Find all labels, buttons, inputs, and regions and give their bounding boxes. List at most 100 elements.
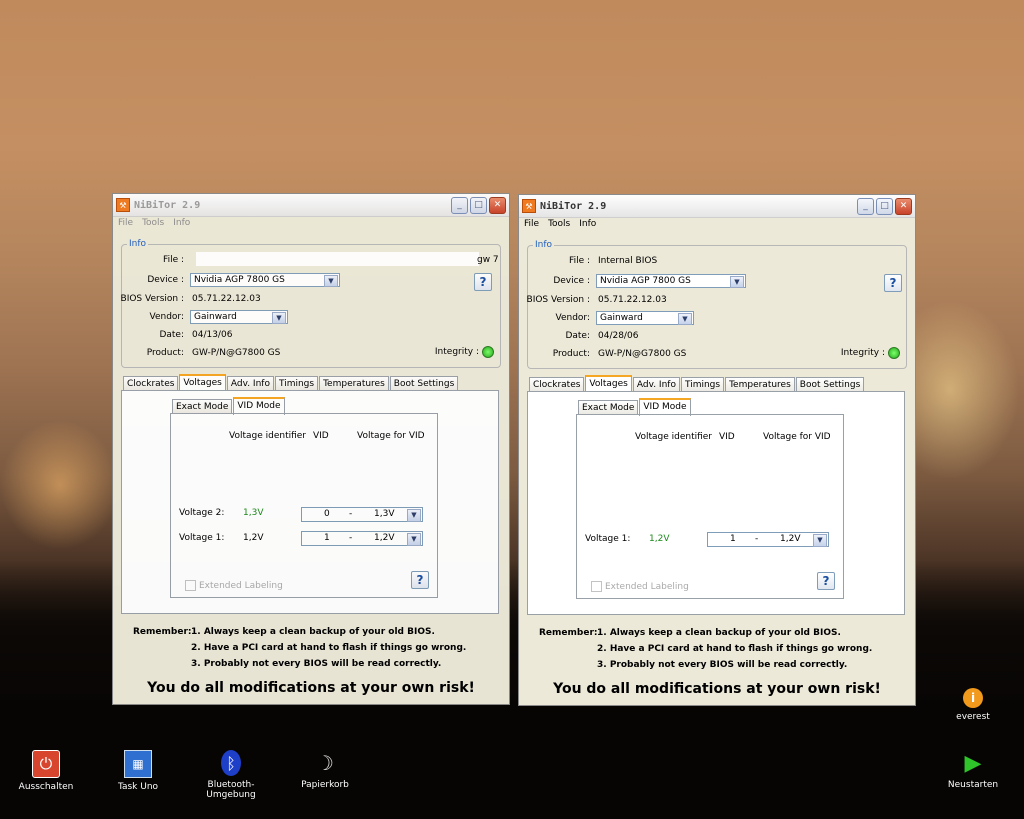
desktop-icon-ausschalten[interactable]: ⏻ Ausschalten [1, 750, 91, 792]
desktop-icon-bluetooth[interactable]: ᛒ Bluetooth-Umgebung [186, 750, 276, 800]
tab-adv-info[interactable]: Adv. Info [226, 376, 274, 391]
bios-version-value: 05.71.22.12.03 [598, 295, 667, 305]
info-group: Info File : Internal BIOS Device : Nvidi… [527, 240, 907, 369]
info-legend: Info [127, 239, 149, 249]
menu-file[interactable]: File [524, 219, 539, 233]
device-select[interactable]: Nvidia AGP 7800 GS ▼ [190, 273, 340, 287]
chevron-down-icon[interactable]: ▼ [272, 312, 286, 324]
info-group: Info File : gw 7800 Device : Nvidia AGP … [121, 239, 501, 368]
tab-temperatures[interactable]: Temperatures [319, 376, 389, 391]
bios-version-label: BIOS Version : [526, 295, 590, 305]
tab-boot-settings[interactable]: Boot Settings [389, 376, 459, 391]
minimize-button[interactable]: _ [857, 197, 874, 215]
help-icon[interactable]: ? [817, 572, 835, 590]
help-icon[interactable]: ? [411, 571, 429, 589]
close-button[interactable]: ✕ [895, 197, 912, 215]
title-bar[interactable]: ⚒ NiBiTor 2.9 _ □ ✕ [113, 194, 509, 217]
date-label: Date: [565, 331, 590, 341]
tab-clockrates[interactable]: Clockrates [123, 376, 179, 391]
menu-file[interactable]: File [118, 218, 133, 232]
chevron-down-icon[interactable]: ▼ [730, 276, 744, 288]
voltages-panel: Exact Mode VID Mode Voltage identifier V… [121, 390, 499, 614]
extended-labeling-checkbox[interactable] [591, 581, 602, 592]
tab-boot-settings[interactable]: Boot Settings [795, 377, 865, 392]
vendor-select[interactable]: Gainward ▼ [596, 311, 694, 325]
extended-labeling-checkbox[interactable] [185, 580, 196, 591]
product-label: Product: [552, 349, 590, 359]
chevron-down-icon[interactable]: ▼ [324, 275, 338, 287]
nibitor-app-icon: ⚒ [522, 199, 536, 213]
chevron-down-icon[interactable]: ▼ [407, 533, 421, 546]
desktop-icon-everest[interactable]: i everest [928, 688, 1018, 722]
device-select[interactable]: Nvidia AGP 7800 GS ▼ [596, 274, 746, 288]
maximize-button[interactable]: □ [876, 197, 893, 215]
tab-timings[interactable]: Timings [274, 376, 319, 391]
tab-timings[interactable]: Timings [680, 377, 725, 392]
date-value: 04/13/06 [192, 330, 233, 340]
nibitor-window-2[interactable]: ⚒ NiBiTor 2.9 _ □ ✕ File Tools Info Info… [518, 194, 916, 706]
tab-temperatures[interactable]: Temperatures [725, 377, 795, 392]
window-title: NiBiTor 2.9 [134, 199, 201, 211]
vendor-select[interactable]: Gainward ▼ [190, 310, 288, 324]
device-value: Nvidia AGP 7800 GS [600, 276, 691, 286]
menu-info[interactable]: Info [579, 219, 596, 233]
chevron-down-icon[interactable]: ▼ [813, 534, 827, 547]
desktop-icon-neustarten[interactable]: ▶ Neustarten [928, 750, 1018, 791]
voltage-1-select[interactable]: 1 - 1,2V ▼ [707, 532, 829, 547]
maximize-button[interactable]: □ [470, 196, 487, 214]
file-field[interactable] [196, 252, 479, 266]
voltage-1-select[interactable]: 1 - 1,2V ▼ [301, 531, 423, 546]
menu-info[interactable]: Info [173, 218, 190, 232]
tab-clockrates[interactable]: Clockrates [529, 377, 585, 392]
task-manager-icon: ▦ [124, 750, 152, 778]
desktop-icon-task-uno[interactable]: ▦ Task Uno [93, 750, 183, 792]
menu-tools[interactable]: Tools [142, 218, 164, 232]
help-icon[interactable]: ? [884, 274, 902, 292]
chevron-down-icon[interactable]: ▼ [678, 313, 692, 325]
menu-bar: File Tools Info [519, 218, 915, 234]
desktop-icon-label: everest [956, 712, 990, 722]
chevron-down-icon[interactable]: ▼ [407, 509, 421, 522]
col-vid: VID [719, 432, 735, 442]
voltages-panel: Exact Mode VID Mode Voltage identifier V… [527, 391, 905, 615]
tab-exact-mode[interactable]: Exact Mode [172, 399, 233, 414]
info-icon: i [963, 688, 983, 708]
remember-line: 3. Probably not every BIOS will be read … [191, 659, 442, 669]
desktop-icon-label: Papierkorb [301, 780, 349, 790]
bios-version-value: 05.71.22.12.03 [192, 294, 261, 304]
voltage-row-value: 1,2V [649, 534, 670, 544]
vendor-label: Vendor: [149, 312, 185, 322]
bluetooth-icon: ᛒ [221, 750, 241, 776]
tab-adv-info[interactable]: Adv. Info [632, 377, 680, 392]
extended-labeling[interactable]: Extended Labeling [185, 580, 283, 591]
tab-exact-mode[interactable]: Exact Mode [578, 400, 639, 415]
extended-labeling[interactable]: Extended Labeling [591, 581, 689, 592]
file-value: Internal BIOS [598, 256, 658, 266]
col-voltage-identifier: Voltage identifier [635, 432, 713, 442]
help-icon[interactable]: ? [474, 273, 492, 291]
risk-warning: You do all modifications at your own ris… [147, 680, 475, 696]
device-label: Device : [553, 276, 590, 286]
nibitor-window-1[interactable]: ⚒ NiBiTor 2.9 _ □ ✕ File Tools Info Info… [112, 193, 510, 705]
vid-value: 1 [324, 533, 330, 543]
date-label: Date: [159, 330, 184, 340]
desktop-icon-papierkorb[interactable]: ☽ Papierkorb [280, 750, 370, 790]
title-bar[interactable]: ⚒ NiBiTor 2.9 _ □ ✕ [519, 195, 915, 218]
integrity-label: Integrity : [434, 347, 479, 357]
close-button[interactable]: ✕ [489, 196, 506, 214]
risk-warning: You do all modifications at your own ris… [553, 681, 881, 697]
separator: - [349, 533, 353, 543]
volt-value: 1,2V [374, 533, 395, 543]
desktop-icon-label: Bluetooth-Umgebung [206, 780, 256, 800]
vendor-value: Gainward [194, 312, 237, 322]
bios-version-label: BIOS Version : [120, 294, 184, 304]
integrity-led-icon [482, 346, 494, 358]
menu-tools[interactable]: Tools [548, 219, 570, 233]
integrity-led-icon [888, 347, 900, 359]
file-label: File : [569, 256, 590, 266]
voltage-row-label: Voltage 1: [585, 534, 631, 544]
voltage-2-select[interactable]: 0 - 1,3V ▼ [301, 507, 423, 522]
minimize-button[interactable]: _ [451, 196, 468, 214]
vendor-label: Vendor: [555, 313, 591, 323]
menu-bar: File Tools Info [113, 217, 509, 233]
